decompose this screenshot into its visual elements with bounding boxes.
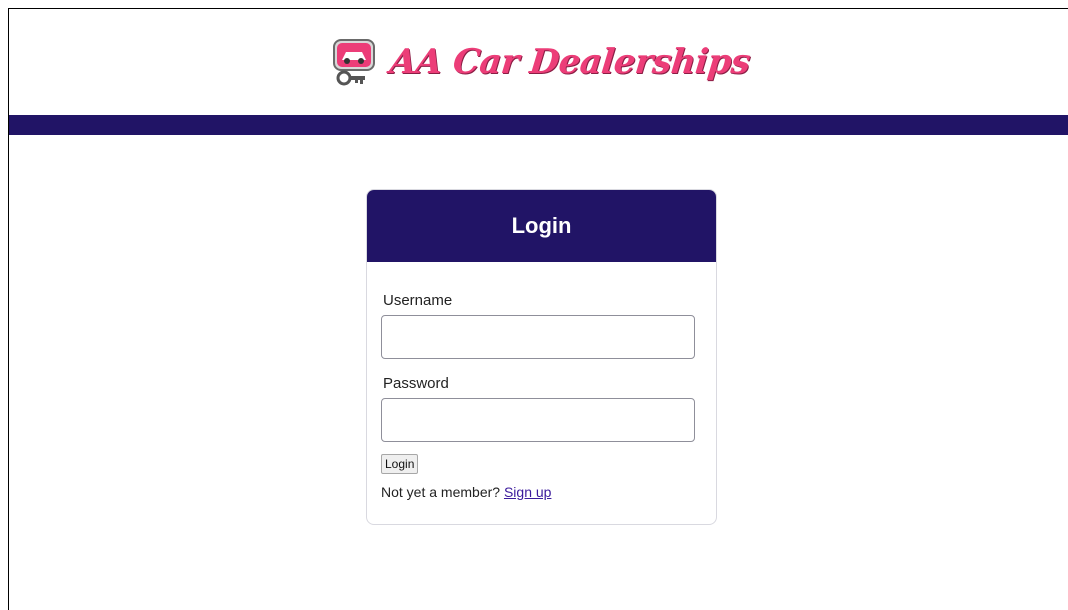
login-card-header: Login: [367, 190, 716, 262]
login-form: Username Password Login Not yet a member…: [367, 262, 716, 500]
password-input[interactable]: [381, 398, 695, 442]
login-button[interactable]: Login: [381, 454, 419, 474]
username-input[interactable]: [381, 315, 695, 359]
login-card: Login Username Password Login Not yet a …: [366, 189, 717, 525]
username-label: Username: [383, 292, 453, 309]
page-frame: AA Car Dealerships Login Username Passwo…: [8, 8, 1068, 610]
brand-name: AA Car Dealerships: [387, 42, 752, 82]
password-label: Password: [383, 375, 449, 392]
brand[interactable]: AA Car Dealerships: [328, 34, 752, 90]
car-key-icon: [332, 39, 375, 86]
site-header: AA Car Dealerships: [9, 9, 1068, 115]
signup-link[interactable]: Sign up: [504, 484, 551, 500]
signup-prompt: Not yet a member?: [381, 484, 501, 500]
login-title: Login: [511, 213, 572, 238]
signup-prompt-line: Not yet a member? Sign up: [381, 484, 702, 500]
nav-bar: [9, 115, 1068, 135]
